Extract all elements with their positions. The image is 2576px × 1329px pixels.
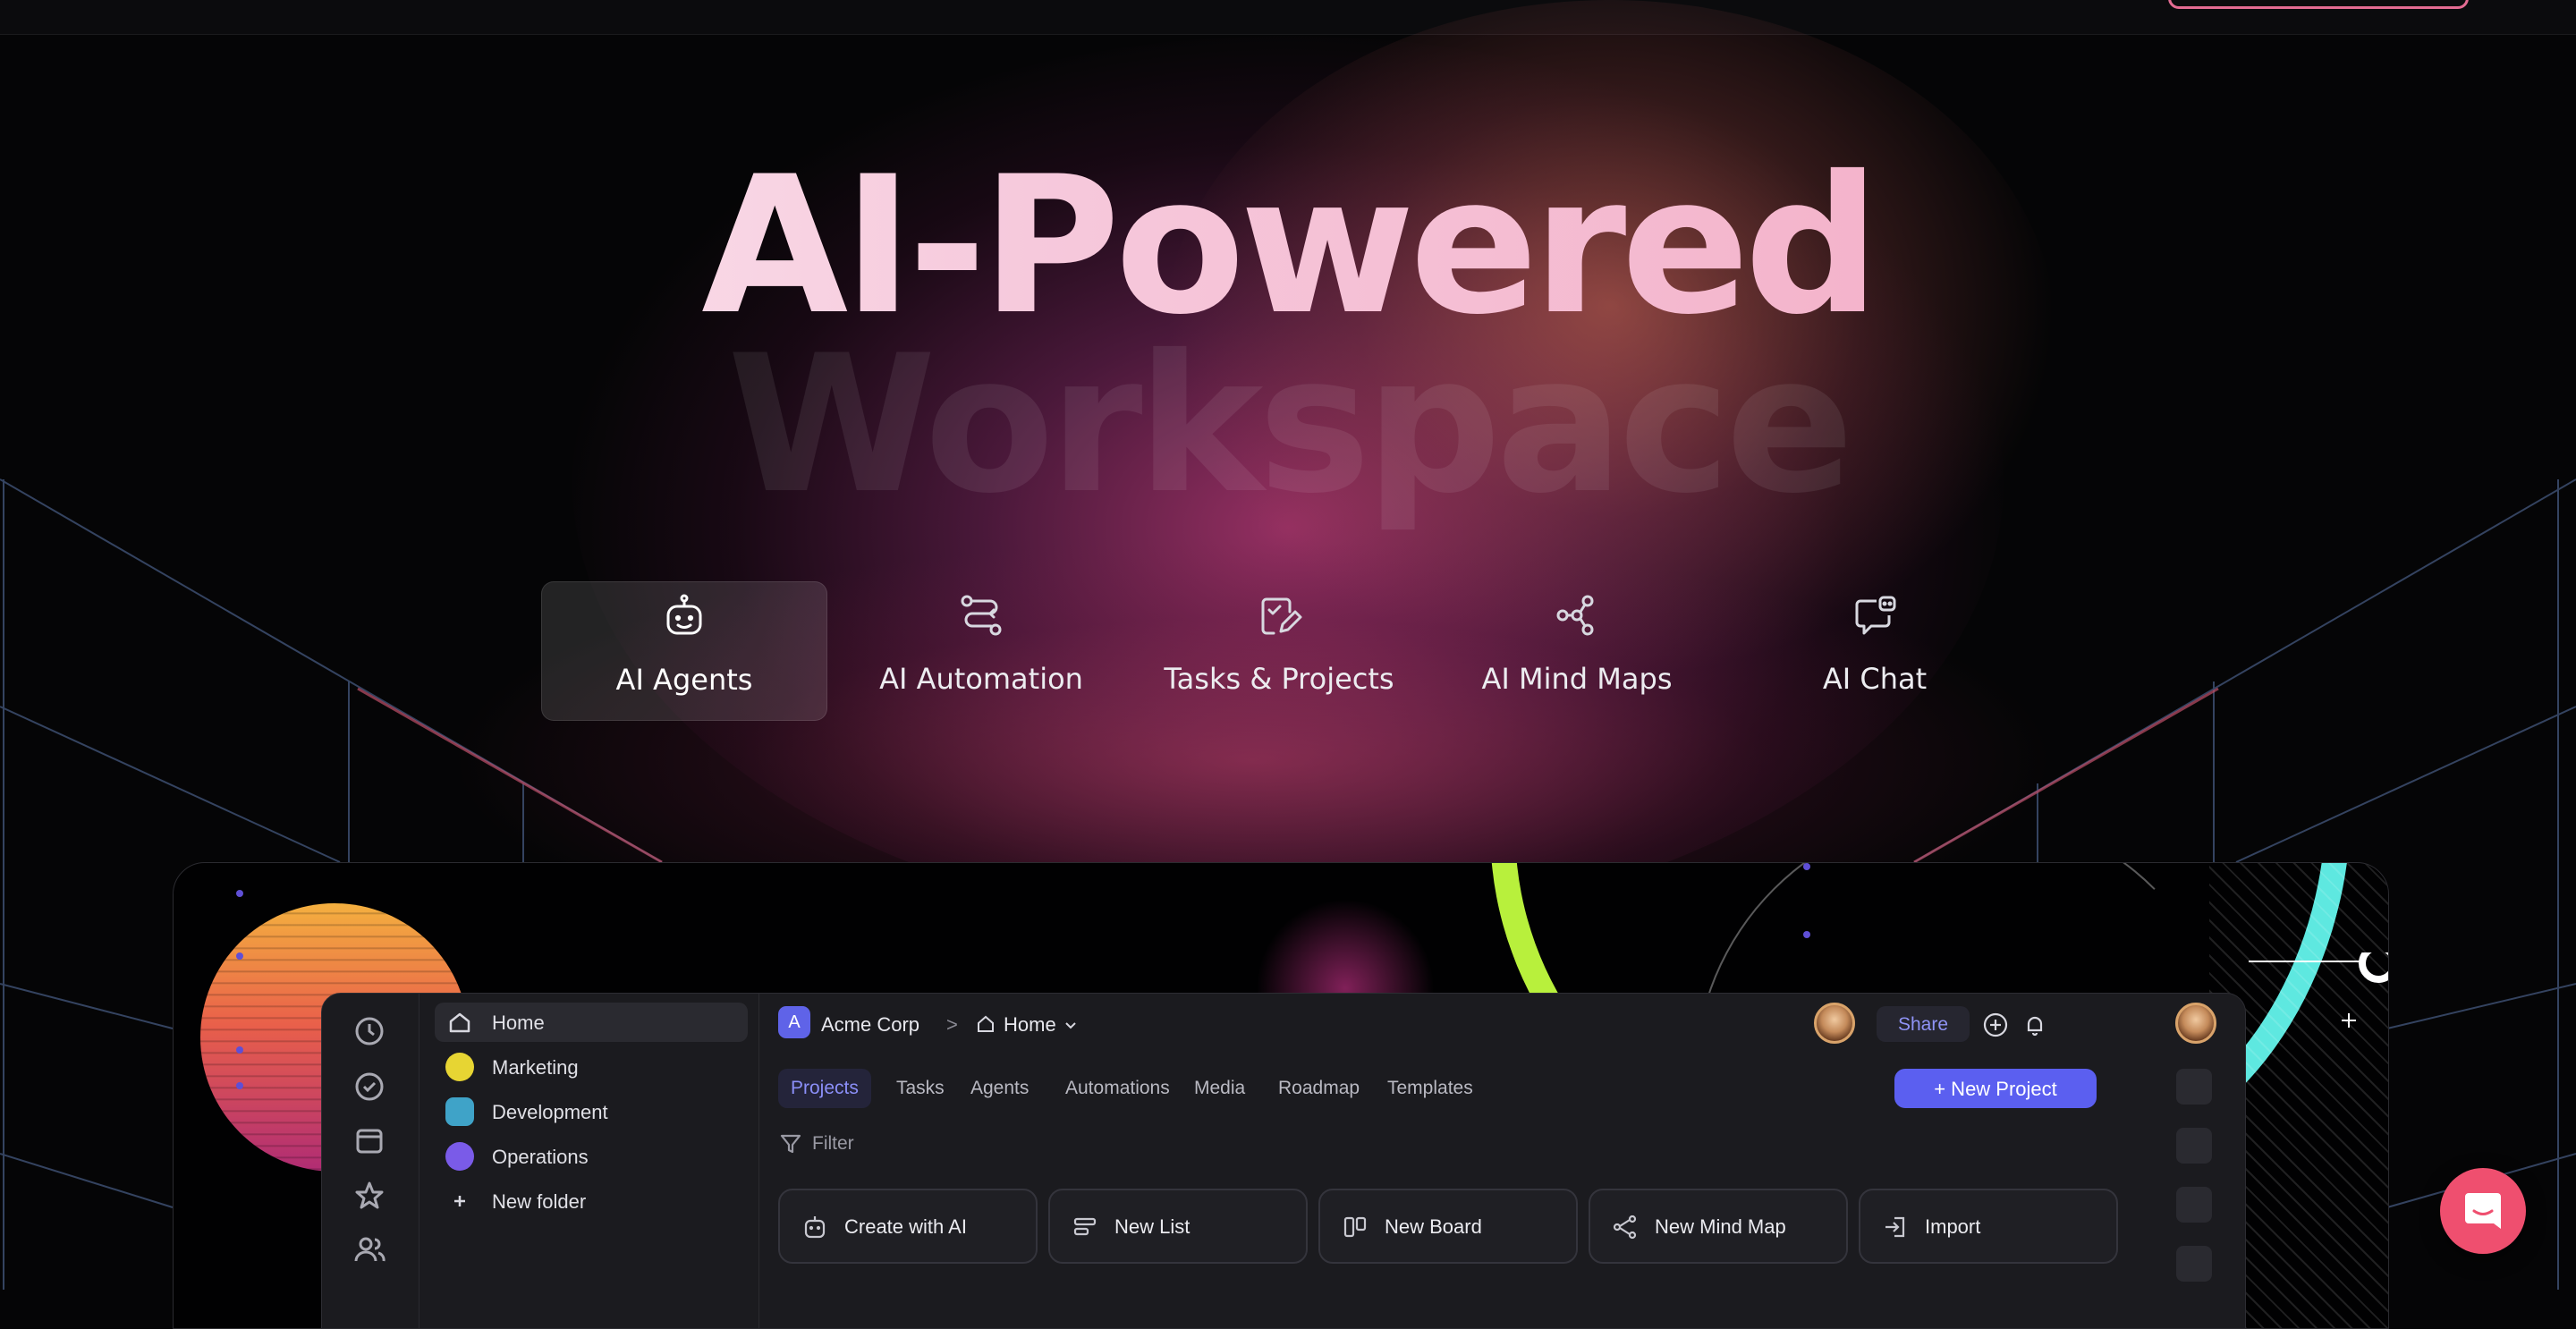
mind-map-icon [1556, 595, 1594, 636]
action-label: New Board [1385, 1215, 1482, 1238]
calendar-icon[interactable] [352, 1122, 387, 1158]
action-label: Import [1925, 1215, 1981, 1238]
filter-icon [780, 1134, 801, 1154]
breadcrumb-workspace[interactable]: Acme Corp [821, 1013, 919, 1037]
board-icon [1343, 1216, 1367, 1238]
folder-item-operations[interactable]: Operations [435, 1137, 748, 1176]
subtab-projects[interactable]: Projects [778, 1069, 871, 1108]
app-icon-rail [322, 994, 419, 1328]
hero-subtitle: Workspace [727, 314, 1854, 535]
action-label: New List [1114, 1215, 1191, 1238]
star-icon[interactable] [352, 1178, 387, 1214]
list-icon [1073, 1217, 1097, 1236]
workspace-avatar[interactable]: A [778, 1006, 810, 1038]
tab-ai-agents[interactable]: AI Agents [541, 581, 827, 721]
feature-tabs: AI Agents AI Automation Tasks & Projects… [541, 581, 2071, 721]
right-rail [2147, 994, 2245, 1328]
tab-label: Tasks & Projects [1164, 662, 1394, 696]
folder-label: Marketing [492, 1056, 579, 1079]
tab-tasks-projects[interactable]: Tasks & Projects [1137, 581, 1421, 719]
chat-support-button[interactable] [2440, 1168, 2526, 1254]
import-button[interactable]: Import [1859, 1189, 2118, 1264]
marketing-folder-icon [445, 1053, 474, 1081]
bell-icon[interactable] [2021, 1012, 2048, 1038]
tab-label: AI Automation [879, 662, 1083, 696]
operations-folder-icon [445, 1142, 474, 1171]
card-icon[interactable] [2176, 1187, 2212, 1223]
robot-icon [666, 594, 702, 635]
tab-ai-automation[interactable]: AI Automation [839, 581, 1123, 719]
top-actions: Share [1814, 1003, 2154, 1047]
subtab-tasks[interactable]: Tasks [884, 1069, 957, 1108]
clock-icon[interactable] [352, 1013, 387, 1049]
subtab-automations[interactable]: Automations [1053, 1069, 1182, 1108]
new-board-button[interactable]: New Board [1318, 1189, 1578, 1264]
folder-item-development[interactable]: Development [435, 1092, 748, 1131]
share-button[interactable]: Share [1877, 1006, 1970, 1042]
folder-label: Development [492, 1101, 608, 1123]
app-window: Home Marketing Development Operations Ne… [321, 993, 2246, 1328]
breadcrumb-page[interactable]: Home [1004, 1013, 1056, 1037]
home-icon [978, 1015, 994, 1032]
plus-icon [454, 1196, 465, 1206]
new-mind-map-button[interactable]: New Mind Map [1589, 1189, 1848, 1264]
action-label: Create with AI [844, 1215, 967, 1238]
folder-item-home[interactable]: Home [435, 1003, 748, 1042]
filter-label: Filter [812, 1133, 854, 1154]
tab-label: AI Agents [615, 663, 753, 697]
party-icon[interactable] [2176, 1069, 2212, 1105]
subtab-roadmap[interactable]: Roadmap [1266, 1069, 1372, 1108]
user-avatar[interactable] [1814, 1003, 1855, 1044]
home-icon [449, 1012, 470, 1033]
task-checklist-icon [1261, 597, 1302, 635]
folder-label: Home [492, 1012, 545, 1034]
tab-ai-mind-maps[interactable]: AI Mind Maps [1435, 581, 1719, 719]
document-icon[interactable] [2176, 1128, 2212, 1164]
main-pane: A Acme Corp > Home Share Projects Tasks … [758, 994, 2154, 1328]
folder-item-marketing[interactable]: Marketing [435, 1047, 748, 1087]
decorative-shapes [2249, 952, 2388, 1028]
action-label: New Mind Map [1655, 1215, 1786, 1238]
subtab-media[interactable]: Media [1182, 1069, 1258, 1108]
development-folder-icon [445, 1097, 474, 1126]
chat-bot-icon [1855, 596, 1896, 635]
robot-icon [804, 1216, 826, 1239]
mind-map-icon [1613, 1215, 1637, 1240]
subtab-templates[interactable]: Templates [1375, 1069, 1486, 1108]
folder-label: New folder [492, 1190, 587, 1213]
users-icon[interactable] [352, 1232, 387, 1267]
tab-label: AI Mind Maps [1481, 662, 1673, 696]
check-circle-icon[interactable] [352, 1069, 387, 1105]
note-icon[interactable] [2176, 1246, 2212, 1282]
subtab-agents[interactable]: Agents [958, 1069, 1041, 1108]
new-list-button[interactable]: New List [1048, 1189, 1308, 1264]
chat-icon [2465, 1193, 2501, 1229]
new-project-button[interactable]: + New Project [1894, 1069, 2097, 1108]
automation-icon [961, 595, 1002, 636]
import-icon [1885, 1216, 1905, 1238]
profile-avatar[interactable] [2175, 1003, 2216, 1044]
tab-ai-chat[interactable]: AI Chat [1733, 581, 2017, 719]
breadcrumb-separator: > [946, 1013, 958, 1036]
product-preview: Home Marketing Development Operations Ne… [173, 862, 2389, 1329]
folder-label: Operations [492, 1146, 589, 1168]
chevron-down-icon[interactable] [1063, 1017, 1079, 1033]
new-folder-button[interactable]: New folder [435, 1181, 748, 1221]
create-with-ai-button[interactable]: Create with AI [778, 1189, 1038, 1264]
tab-label: AI Chat [1822, 662, 1928, 696]
add-circle-icon[interactable] [1982, 1012, 2009, 1038]
folder-sidebar: Home Marketing Development Operations Ne… [419, 994, 759, 1328]
